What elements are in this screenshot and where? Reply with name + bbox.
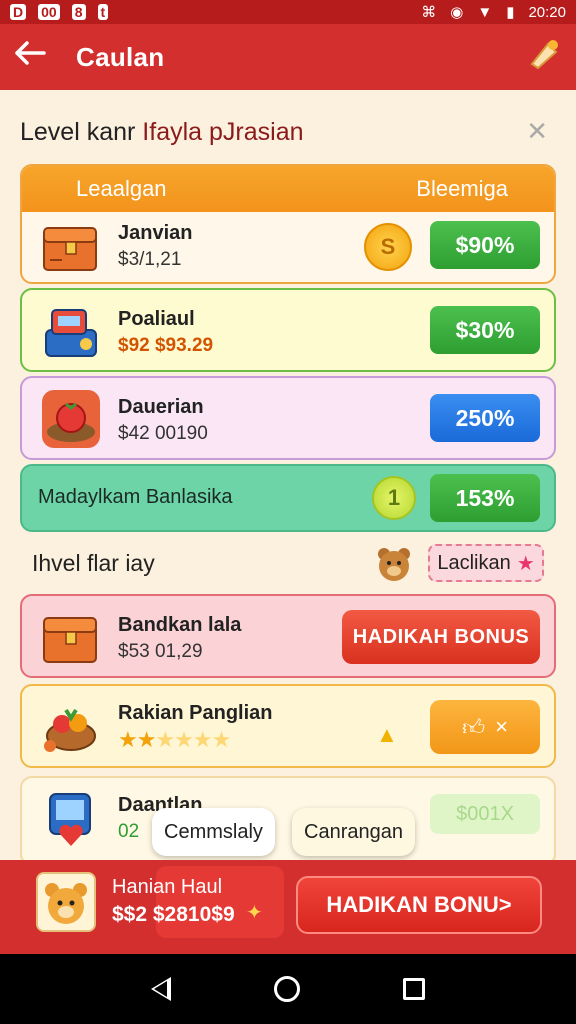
- bonus-button[interactable]: HADIKAH BONUS: [342, 610, 540, 664]
- avatar[interactable]: [36, 872, 96, 932]
- list-item[interactable]: Daantlan 02 $001X: [20, 776, 556, 860]
- battery-icon: ▮: [506, 4, 515, 21]
- thumbs-up-icon: ▲: [376, 722, 398, 747]
- page-title: Caulan: [76, 41, 165, 72]
- bonus-sheet: Level kanr Ifayla pJrasian ✕ Leaalgan Bl…: [0, 90, 576, 860]
- star-icon: ★: [516, 552, 535, 575]
- bell-icon[interactable]: [526, 38, 562, 74]
- percent-button[interactable]: $30%: [430, 306, 540, 354]
- list-item[interactable]: Rakian Panglian ★★★★★★ ▲ 👍︎ ×: [20, 684, 556, 768]
- notification-icon: t: [97, 4, 109, 20]
- bear-icon: [374, 544, 414, 584]
- list-item[interactable]: Madaylkam Banlasika 1 153%: [20, 464, 556, 532]
- sheet-title: Level kanr Ifayla pJrasian: [20, 118, 304, 146]
- vibrate-icon: ⌘: [421, 4, 437, 21]
- percent-button[interactable]: 153%: [430, 474, 540, 522]
- bottom-bar: Hanian Haul $$2 $2810$9 ✦ HADIKAN BONU>: [0, 860, 576, 954]
- nav-home-icon[interactable]: [273, 976, 300, 1002]
- status-notification-icons: D 00 8 t: [10, 4, 109, 20]
- row-title: Madaylkam Banlasika: [38, 486, 233, 508]
- coin-stack-icon: ✦: [246, 902, 263, 924]
- list-item: Janvian $3/1,21: [118, 222, 193, 270]
- treasure-chest-icon: [40, 220, 102, 282]
- close-icon[interactable]: ✕: [526, 116, 548, 147]
- tomato-basket-icon: [40, 388, 102, 450]
- like-button[interactable]: 👍︎ ×: [430, 700, 540, 754]
- percent-button[interactable]: $001X: [430, 794, 540, 834]
- clock: 20:20: [528, 3, 566, 21]
- alarm-icon: ◉: [450, 4, 464, 21]
- list-item[interactable]: Bandkan lala $53 01,29 HADIKAH BONUS: [20, 594, 556, 678]
- claim-bonus-button[interactable]: HADIKAN BONU>: [296, 876, 542, 934]
- tooltip-chip[interactable]: Cemmslaly: [152, 808, 275, 856]
- notification-icon: 8: [71, 4, 86, 20]
- treasure-chest-icon: [40, 606, 102, 668]
- system-nav-bar: [0, 954, 576, 1024]
- section-heading: Ihvel flar iay: [32, 550, 155, 576]
- coin-icon: S: [364, 223, 412, 271]
- status-bar: D 00 8 t ⌘ ◉ ▼ ▮ 20:20: [0, 0, 576, 24]
- tag-badge[interactable]: Laclikan ★: [428, 544, 544, 582]
- status-system-icons: ⌘ ◉ ▼ ▮ 20:20: [421, 3, 566, 22]
- list-item[interactable]: Poaliaul $92 $93.29 $30%: [20, 288, 556, 372]
- notification-icon: D: [10, 4, 27, 20]
- app-bar: Caulan: [0, 24, 576, 90]
- cash-register-icon: [40, 300, 102, 362]
- arrow-left-icon[interactable]: [0, 40, 60, 74]
- percent-button[interactable]: $90%: [430, 221, 540, 269]
- wifi-icon: ▼: [477, 3, 493, 21]
- balance-value: $$2 $2810$9: [112, 903, 235, 926]
- header-right-label: Bleemiga: [416, 176, 508, 201]
- user-name: Hanian Haul: [112, 876, 223, 898]
- gift-card-icon: [40, 788, 102, 850]
- nav-back-icon[interactable]: [151, 977, 172, 1001]
- coin-icon: 1: [372, 476, 416, 520]
- nav-recents-icon[interactable]: [402, 978, 425, 1000]
- star-rating: ★★★★★★: [118, 727, 231, 752]
- vegetable-basket-icon: [40, 696, 102, 758]
- table-header: Leaalgan Bleemiga: [22, 166, 554, 212]
- leaderboard-card: Leaalgan Bleemiga Janvian $3/1,21 S $90%: [20, 164, 556, 284]
- thumbs-up-icon: 👍︎: [462, 714, 486, 740]
- notification-icon: 00: [38, 4, 60, 20]
- header-left-label: Leaalgan: [76, 176, 167, 201]
- tooltip-chip[interactable]: Canrangan: [292, 808, 415, 856]
- percent-button[interactable]: 250%: [430, 394, 540, 442]
- list-item[interactable]: Dauerian $42 00190 250%: [20, 376, 556, 460]
